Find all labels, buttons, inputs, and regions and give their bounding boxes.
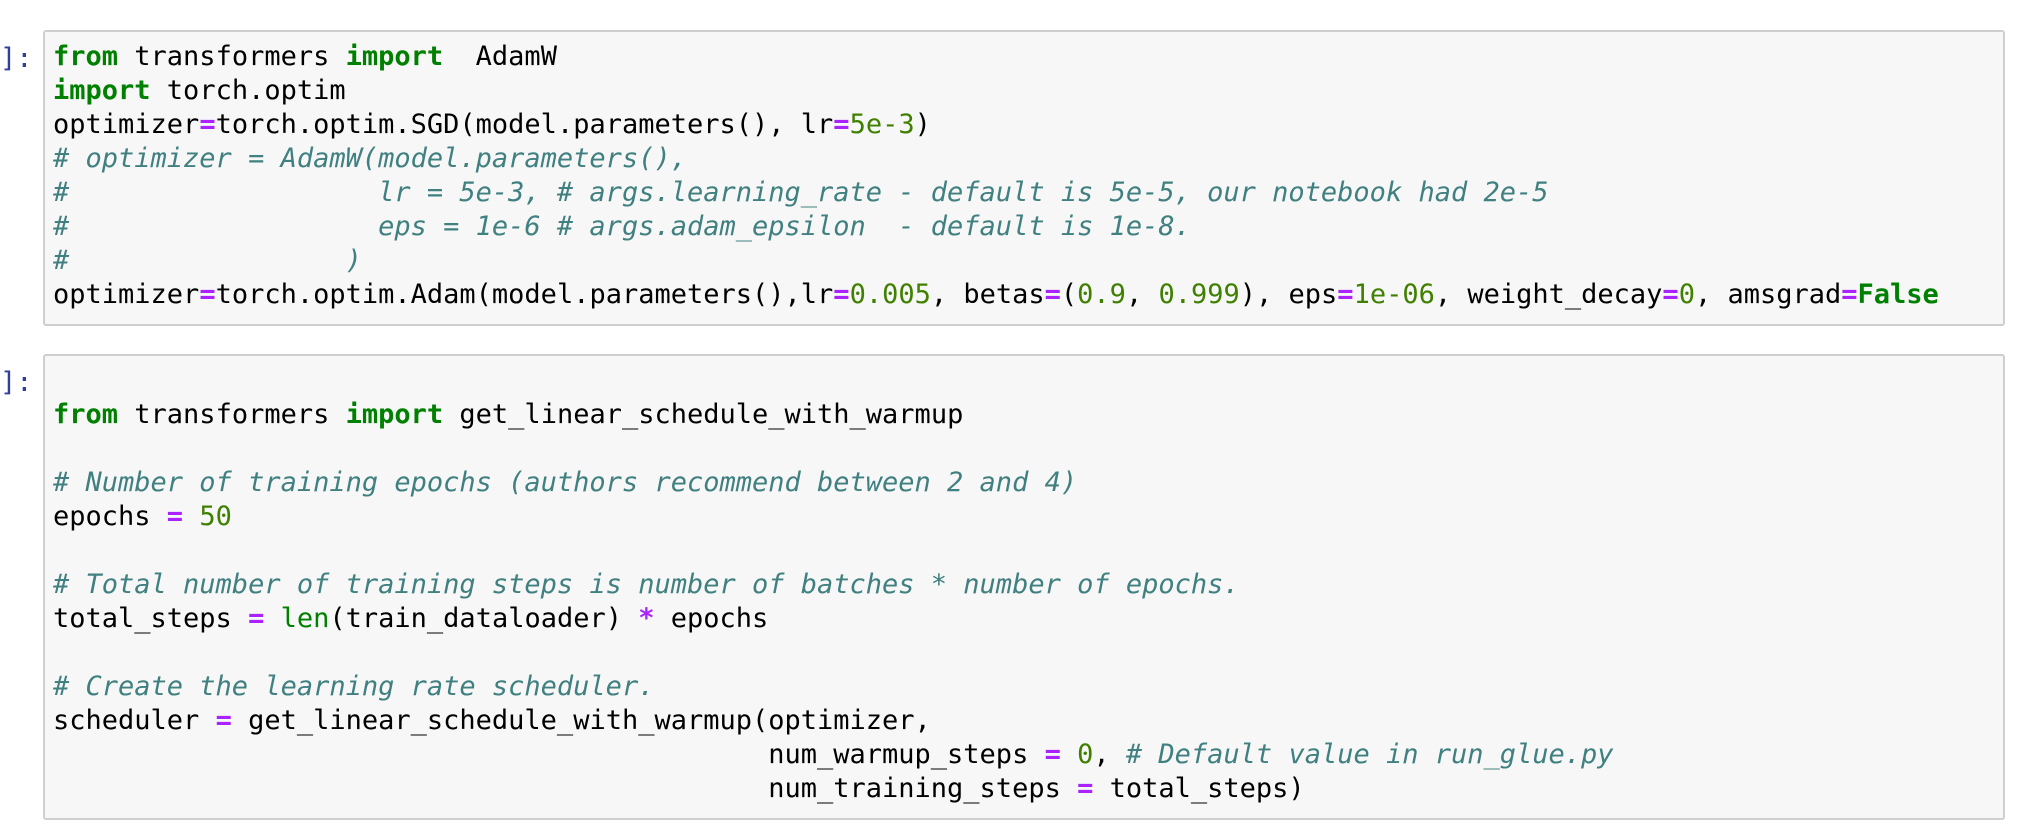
code-token: # ): [53, 245, 362, 276]
code-token: 50: [199, 501, 232, 532]
code-token: # optimizer = AdamW(model.parameters(),: [53, 143, 687, 174]
code-token: # eps = 1e-6 # args.adam_epsilon - defau…: [53, 211, 1191, 242]
code-token: ,: [1125, 279, 1159, 310]
code-line: optimizer=torch.optim.Adam(model.paramet…: [53, 278, 1939, 312]
code-token: from: [53, 399, 119, 430]
code-token: =: [833, 279, 850, 310]
code-token: False: [1857, 279, 1939, 310]
code-token: import: [53, 75, 151, 106]
code-token: # Create the learning rate scheduler.: [53, 671, 655, 702]
code-token: # Number of training epochs (authors rec…: [53, 467, 1078, 498]
code-token: ): [914, 109, 931, 140]
code-line: num_warmup_steps = 0, # Default value in…: [53, 738, 1614, 772]
code-token: 0.005: [849, 279, 931, 310]
code-token: =: [248, 603, 265, 634]
code-token: =: [215, 705, 232, 736]
code-token: total_steps): [1093, 773, 1305, 804]
code-token: import: [345, 41, 444, 72]
code-editor[interactable]: from transformers import AdamW import tor…: [43, 30, 2005, 326]
code-token: 5e-3: [849, 109, 915, 140]
code-token: epochs: [654, 603, 769, 634]
code-editor[interactable]: from transformers import get_linear_sche…: [43, 354, 2005, 820]
code-line: num_training_steps = total_steps): [53, 772, 1614, 806]
code-token: optimizer: [53, 109, 200, 140]
code-line: # Number of training epochs (authors rec…: [53, 466, 1614, 500]
code-token: 0: [1077, 739, 1094, 770]
code-token: transformers: [118, 399, 346, 430]
code-token: 0.9: [1077, 279, 1126, 310]
code-line: # eps = 1e-6 # args.adam_epsilon - defau…: [53, 210, 1939, 244]
code-line: # Create the learning rate scheduler.: [53, 670, 1614, 704]
code-line: # lr = 5e-3, # args.learning_rate - defa…: [53, 176, 1939, 210]
code-text: from transformers import get_linear_sche…: [53, 364, 1614, 806]
code-line: optimizer=torch.optim.SGD(model.paramete…: [53, 108, 1939, 142]
code-token: =: [199, 109, 216, 140]
code-token: get_linear_schedule_with_warmup: [443, 399, 964, 430]
code-line: epochs = 50: [53, 500, 1614, 534]
code-token: 0.999: [1158, 279, 1240, 310]
code-token: num_warmup_steps: [53, 739, 1045, 770]
code-token: *: [638, 603, 655, 634]
code-token: , weight_decay: [1434, 279, 1663, 310]
input-prompt: ]:: [0, 43, 33, 74]
code-token: , amsgrad: [1694, 279, 1842, 310]
code-token: , betas: [930, 279, 1045, 310]
code-line: from transformers import get_linear_sche…: [53, 398, 1614, 432]
code-token: num_training_steps: [53, 773, 1078, 804]
code-token: # lr = 5e-3, # args.learning_rate - defa…: [53, 177, 1549, 208]
code-token: # Total number of training steps is numb…: [53, 569, 1240, 600]
notebook: ]: from transformers import AdamW import …: [0, 0, 2026, 840]
code-line: # Total number of training steps is numb…: [53, 568, 1614, 602]
code-token: =: [1337, 279, 1354, 310]
code-token: torch.optim.Adam(model.parameters(),lr: [215, 279, 834, 310]
code-token: total_steps: [53, 603, 249, 634]
code-token: # Default value in run_glue.py: [1125, 739, 1614, 770]
code-token: =: [199, 279, 216, 310]
code-token: 0: [1678, 279, 1695, 310]
code-line: # ): [53, 244, 1939, 278]
code-token: scheduler: [53, 705, 216, 736]
code-token: get_linear_schedule_with_warmup(optimize…: [231, 705, 931, 736]
code-token: =: [166, 501, 184, 532]
code-token: torch.optim.SGD(model.parameters(), lr: [215, 109, 834, 140]
code-token: AdamW: [443, 41, 557, 72]
code-token: =: [1044, 279, 1061, 310]
code-token: =: [1841, 279, 1858, 310]
code-line: # optimizer = AdamW(model.parameters(),: [53, 142, 1939, 176]
input-prompt: ]:: [0, 367, 33, 398]
code-token: torch.optim: [150, 75, 346, 106]
code-token: =: [833, 109, 850, 140]
code-token: transformers: [118, 41, 346, 72]
code-text: from transformers import AdamW import tor…: [53, 40, 1939, 312]
code-token: =: [1044, 739, 1061, 770]
code-token: =: [1662, 279, 1679, 310]
code-token: (train_dataloader): [329, 603, 639, 634]
code-token: ), eps: [1239, 279, 1338, 310]
code-token: len: [280, 603, 330, 634]
code-token: epochs: [53, 501, 167, 532]
code-line: from transformers import AdamW: [53, 40, 1939, 74]
code-line: scheduler = get_linear_schedule_with_war…: [53, 704, 1614, 738]
code-token: import: [345, 399, 444, 430]
code-token: ,: [1093, 739, 1126, 770]
code-line: total_steps = len(train_dataloader) * ep…: [53, 602, 1614, 636]
code-token: =: [1077, 773, 1094, 804]
code-token: from: [53, 41, 119, 72]
code-line: import torch.optim: [53, 74, 1939, 108]
code-token: 1e-06: [1353, 279, 1435, 310]
code-token: (: [1060, 279, 1078, 310]
code-token: optimizer: [53, 279, 200, 310]
